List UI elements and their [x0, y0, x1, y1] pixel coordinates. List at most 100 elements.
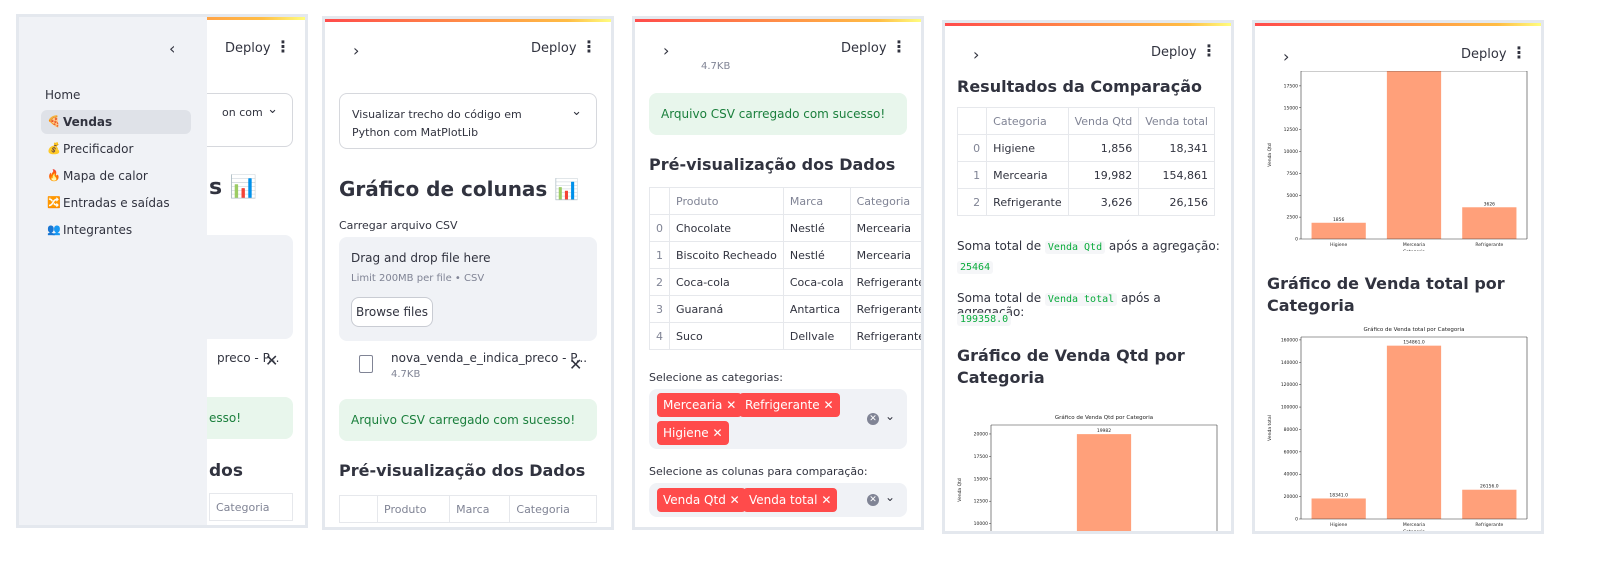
tag-remove-icon[interactable]: ✕ — [823, 398, 833, 412]
top-decoration — [325, 19, 611, 22]
cell: Refrigerante — [849, 322, 921, 350]
tag-remove-icon[interactable]: ✕ — [821, 493, 831, 507]
deploy-button[interactable]: Deploy — [841, 41, 887, 56]
tag-label: Venda Qtd — [663, 493, 726, 507]
chart-bar — [1462, 489, 1517, 519]
main-menu-icon[interactable]: ⋮ — [891, 37, 907, 56]
expand-sidebar-icon[interactable]: › — [663, 41, 669, 60]
chevron-down-icon[interactable]: ⌄ — [885, 409, 895, 423]
chart-y-tick-label: 80000 — [1284, 427, 1298, 433]
remove-file-icon[interactable]: ✕ — [265, 351, 278, 370]
chart-title: Gráfico de Venda Qtd por Categoria — [1055, 414, 1153, 421]
expand-sidebar-icon[interactable]: › — [973, 45, 979, 64]
results-table: Categoria Venda Qtd Venda total 0 Higien… — [956, 107, 1215, 216]
cell: Nestlé — [782, 214, 851, 242]
category-multiselect[interactable]: Mercearia ✕ Refrigerante ✕ Higiene ✕ ✕ ⌄ — [649, 389, 907, 449]
chart-venda-total: Gráfico de Venda total por Categoria 1834… — [1265, 325, 1535, 531]
sidebar-item-mapa-de-calor[interactable]: 🔥 Mapa de calor — [41, 164, 191, 188]
chart-y-tick-label: 15000 — [974, 476, 988, 482]
chart-y-tick-label: 12500 — [1284, 127, 1298, 133]
tag-refrigerante[interactable]: Refrigerante ✕ — [739, 393, 840, 417]
cell: Guaraná — [669, 295, 784, 323]
column-multiselect[interactable]: Venda Qtd ✕ Venda total ✕ ✕ ⌄ — [649, 483, 907, 517]
sum-prefix: Soma total de — [957, 291, 1042, 305]
success-alert: Arquivo CSV carregado com sucesso! — [649, 93, 907, 135]
cell: 154,861 — [1138, 161, 1215, 189]
chart-y-tick-label: 10000 — [1284, 149, 1298, 155]
tag-higiene[interactable]: Higiene ✕ — [657, 421, 729, 445]
tag-remove-icon[interactable]: ✕ — [713, 426, 723, 440]
chart-y-tick-label: 7500 — [1287, 171, 1299, 177]
success-alert: Arquivo CSV carregado com sucesso! — [339, 399, 597, 441]
chart-data-label: 26156.0 — [1480, 484, 1499, 490]
sidebar-item-label: Home — [45, 88, 81, 102]
clear-all-icon[interactable]: ✕ — [867, 494, 879, 506]
row-index: 0 — [956, 134, 988, 162]
chart-bar — [1311, 222, 1366, 239]
deploy-button[interactable]: Deploy — [531, 41, 577, 56]
deploy-button[interactable]: Deploy — [1151, 45, 1197, 60]
chart-data-label: 1856 — [1333, 217, 1345, 223]
tag-remove-icon[interactable]: ✕ — [726, 398, 736, 412]
main-menu-icon[interactable]: ⋮ — [1511, 43, 1527, 62]
sum-prefix: Soma total de — [957, 239, 1042, 253]
page-title: Gráfico de colunas 📊 — [339, 177, 580, 201]
deploy-button[interactable]: Deploy — [225, 41, 271, 56]
chart-y-tick-label: 15000 — [1284, 105, 1298, 111]
row-index: 4 — [649, 322, 670, 350]
browse-files-button[interactable]: Browse files — [351, 297, 433, 327]
top-decoration — [945, 23, 1231, 26]
chart-y-tick-label: 40000 — [1284, 472, 1298, 478]
sidebar-item-vendas[interactable]: 🍕 Vendas — [41, 110, 191, 134]
chart-title: Gráfico de Venda total por Categoria — [1364, 326, 1465, 333]
shuffle-icon: 🔀 — [47, 196, 61, 209]
main-menu-icon[interactable]: ⋮ — [581, 37, 597, 56]
expand-sidebar-icon[interactable]: › — [353, 41, 359, 60]
preview-title: dos — [209, 461, 243, 481]
sidebar-item-home[interactable]: Home — [41, 83, 191, 107]
chart-bar — [1076, 434, 1132, 531]
tag-remove-icon[interactable]: ✕ — [730, 493, 740, 507]
cell: 1,856 — [1067, 134, 1140, 162]
file-dropzone[interactable]: Drag and drop file here Limit 200MB per … — [339, 237, 597, 341]
main-menu-icon[interactable]: ⋮ — [1201, 41, 1217, 60]
tag-mercearia[interactable]: Mercearia ✕ — [657, 393, 743, 417]
code-expander[interactable]: Visualizar trecho do código em Python co… — [339, 93, 597, 149]
sidebar-item-integrantes[interactable]: 👥 Integrantes — [41, 218, 191, 242]
col-header: Venda total — [1138, 107, 1215, 135]
collapse-sidebar-icon[interactable]: ‹ — [169, 39, 175, 58]
cell: Refrigerante — [986, 188, 1069, 216]
clear-all-icon[interactable]: ✕ — [867, 413, 879, 425]
main-menu-icon[interactable]: ⋮ — [275, 37, 291, 56]
chart-y-tick-label: 5000 — [1287, 193, 1299, 199]
table-row: 4 Suco Dellvale Refrigerante — [649, 322, 921, 350]
tag-venda-qtd[interactable]: Venda Qtd ✕ — [657, 488, 746, 512]
cell: Biscoito Recheado — [669, 241, 784, 269]
sidebar-item-label: Precificador — [63, 142, 134, 156]
cell: 18,341 — [1138, 134, 1215, 162]
heading-line: Gráfico de Venda total por — [1267, 274, 1505, 293]
panel-sidebar-open: Deploy ⋮ on com ⌄ s 📊 preco - P... ✕ ess… — [16, 14, 308, 528]
remove-file-icon[interactable]: ✕ — [569, 355, 582, 374]
sum-qtd-text: Soma total de Venda Qtd após a agregação… — [957, 239, 1220, 254]
cell: 26,156 — [1138, 188, 1215, 216]
row-index: 2 — [956, 188, 988, 216]
heading-line: Categoria — [1267, 296, 1355, 315]
sum-value: 199358.0 — [957, 313, 1012, 326]
heading-line: Categoria — [957, 368, 1045, 387]
sidebar-item-entradas-e-saidas[interactable]: 🔀 Entradas e saídas — [41, 191, 191, 215]
chart-x-axis-label: Categoria — [1403, 249, 1425, 251]
chart-y-tick-label: 20000 — [1284, 494, 1298, 500]
deploy-button[interactable]: Deploy — [1461, 47, 1507, 62]
col-header: Marca — [782, 187, 851, 215]
expand-sidebar-icon[interactable]: › — [1283, 47, 1289, 66]
cell: Mercearia — [849, 241, 921, 269]
chart-y-tick-label: 140000 — [1281, 360, 1298, 366]
col-header: Marca — [449, 495, 511, 523]
chevron-down-icon[interactable]: ⌄ — [885, 490, 895, 504]
sidebar-item-precificador[interactable]: 💰 Precificador — [41, 137, 191, 161]
cell: Mercearia — [849, 214, 921, 242]
category-select-label: Selecione as categorias: — [649, 371, 783, 384]
tag-venda-total[interactable]: Venda total ✕ — [743, 488, 838, 512]
sum-total-value: 199358.0 — [957, 311, 1012, 326]
